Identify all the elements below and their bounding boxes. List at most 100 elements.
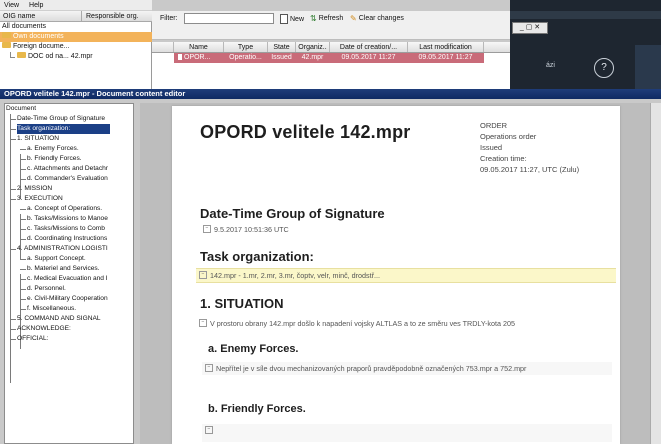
tree-item[interactable]: 2. MISSION: [17, 184, 52, 194]
friendly-text: −: [202, 424, 612, 442]
background-app-text: ázi: [546, 62, 555, 69]
document-icon: [178, 54, 182, 61]
table-cell-text: OPOR...: [184, 54, 211, 61]
tree-item[interactable]: e. Civil-Military Cooperation: [27, 294, 108, 304]
tree-item[interactable]: d. Coordinating Instructions: [27, 234, 107, 244]
tree-connector: [10, 339, 16, 340]
tree-item[interactable]: ACKNOWLEDGE:: [17, 324, 71, 334]
collapse-icon[interactable]: −: [199, 271, 207, 280]
tree-connector: [10, 319, 16, 320]
tree-item[interactable]: a. Support Concept.: [27, 254, 86, 264]
grid-header-cell[interactable]: Last modification: [408, 42, 484, 52]
docs-item-label: Own documents: [13, 33, 64, 40]
filter-label: Filter:: [160, 15, 178, 22]
table-cell: 09.05.2017 11:27: [330, 53, 408, 63]
folder-icon: [17, 52, 26, 59]
tree-connector: [10, 52, 15, 58]
tree-connector: [20, 159, 26, 160]
tree-item[interactable]: a. Concept of Operations.: [27, 204, 102, 214]
menu-help[interactable]: Help: [29, 2, 43, 9]
grid-header-cell[interactable]: Organiz..: [296, 42, 330, 52]
column-responsible-org[interactable]: Responsible org.: [82, 11, 152, 21]
table-row[interactable]: OPOR... Operatio... Issued 42.mpr 09.05.…: [152, 53, 510, 63]
new-button-label: New: [290, 15, 305, 23]
window-controls[interactable]: _ ▢ ✕: [512, 22, 548, 34]
tree-item[interactable]: d. Commander's Evaluation: [27, 174, 108, 184]
tree-item[interactable]: a. Enemy Forces.: [27, 144, 79, 154]
docs-item-label: Foreign docume...: [13, 43, 70, 50]
background-app-strip: [510, 11, 661, 19]
document-page: OPORD velitele 142.mpr ORDER Operations …: [172, 106, 620, 444]
subsection-heading: b. Friendly Forces.: [208, 403, 306, 415]
docs-item-label: All documents: [2, 23, 46, 30]
filter-input[interactable]: [184, 13, 274, 24]
subsection-heading: a. Enemy Forces.: [208, 343, 299, 355]
tree-item[interactable]: Date-Time Group of Signature: [17, 114, 105, 124]
grid-header-spacer: [152, 42, 174, 52]
docs-item-own[interactable]: Own documents: [0, 32, 152, 42]
tree-connector: [10, 119, 16, 120]
grid-empty-area: [152, 63, 510, 89]
column-oig-name[interactable]: OIG name: [0, 11, 82, 21]
grid-header-cell[interactable]: Name: [174, 42, 224, 52]
tree-item[interactable]: b. Tasks/Missions to Manoe: [27, 214, 108, 224]
tree-connector: [10, 129, 16, 130]
collapse-icon[interactable]: −: [199, 319, 207, 328]
task-value: 142.mpr - 1.mr, 2.mr, 3.mr, čoptv, velr,…: [210, 271, 381, 280]
task-organization-value: −142.mpr - 1.mr, 2.mr, 3.mr, čoptv, velr…: [196, 268, 616, 283]
help-icon[interactable]: ?: [594, 58, 614, 78]
grid-header: Name Type State Organiz.. Date of creati…: [152, 42, 510, 53]
situation-text: − V prostoru obrany 142.mpr došlo k napad…: [196, 317, 620, 330]
tree-item-document[interactable]: Document: [6, 104, 36, 114]
clear-changes-button[interactable]: ✎ Clear changes: [350, 14, 404, 23]
tree-item[interactable]: 4. ADMINISTRATION LOGISTI: [17, 244, 108, 254]
new-document-icon: [280, 14, 288, 24]
tree-connector: [10, 199, 16, 200]
refresh-icon: ⇅: [310, 14, 317, 23]
table-cell-name: OPOR...: [174, 53, 224, 63]
tree-item[interactable]: 3. EXECUTION: [17, 194, 63, 204]
tree-item[interactable]: c. Medical Evacuation and I: [27, 274, 108, 284]
collapse-icon[interactable]: −: [205, 426, 213, 435]
tree-connector: [20, 239, 26, 240]
grid-header-cell[interactable]: State: [268, 42, 296, 52]
tree-item[interactable]: 1. SITUATION: [17, 134, 59, 144]
tree-item[interactable]: c. Tasks/Missions to Comb: [27, 224, 105, 234]
tree-connector: [10, 249, 16, 250]
menu-view[interactable]: View: [4, 2, 19, 9]
docs-item-all[interactable]: All documents: [0, 22, 152, 32]
folder-icon: [2, 32, 11, 39]
section-heading: Task organization:: [200, 249, 314, 264]
docs-item-doc[interactable]: DOC od na... 42.mpr: [0, 52, 152, 62]
collapse-icon[interactable]: −: [205, 364, 213, 373]
tree-item[interactable]: f. Miscellaneous.: [27, 304, 76, 314]
refresh-button[interactable]: ⇅ Refresh: [310, 14, 343, 23]
refresh-button-label: Refresh: [318, 15, 344, 22]
collapse-icon[interactable]: −: [203, 225, 211, 234]
tree-connector: [20, 269, 26, 270]
tree-item[interactable]: c. Attachments and Detachr: [27, 164, 108, 174]
tree-item[interactable]: 5. COMMAND AND SIGNAL: [17, 314, 101, 324]
tree-item-selected[interactable]: Task organization:: [17, 124, 111, 134]
tree-connector: [20, 179, 26, 180]
tree-connector: [20, 299, 26, 300]
grid-header-cell[interactable]: Type: [224, 42, 268, 52]
tree-item[interactable]: b. Materiel and Services.: [27, 264, 100, 274]
enemy-text: − Nepřítel je v síle dvou mechanizovaných…: [202, 362, 612, 375]
docs-item-foreign[interactable]: Foreign docume...: [0, 42, 152, 52]
tree-item[interactable]: b. Friendly Forces.: [27, 154, 82, 164]
grid-header-cell[interactable]: Date of creation/...: [330, 42, 408, 52]
tree-item[interactable]: OFFICIAL:: [17, 334, 49, 344]
tree-item[interactable]: d. Personnel.: [27, 284, 66, 294]
situation-value: V prostoru obrany 142.mpr došlo k napade…: [210, 319, 515, 328]
meta-subtype: Operations order: [480, 132, 537, 141]
vertical-scrollbar[interactable]: [650, 103, 661, 444]
outline-tree: Document Date-Time Group of Signature Ta…: [4, 103, 134, 444]
menu-bar: View Help: [0, 0, 152, 11]
tree-connector: [20, 219, 26, 220]
table-cell: 09.05.2017 11:27: [408, 53, 484, 63]
background-application: _ ▢ ✕ ázi ?: [510, 0, 661, 89]
new-button[interactable]: New: [280, 14, 304, 24]
tree-connector: [10, 189, 16, 190]
section-heading: 1. SITUATION: [200, 296, 284, 311]
